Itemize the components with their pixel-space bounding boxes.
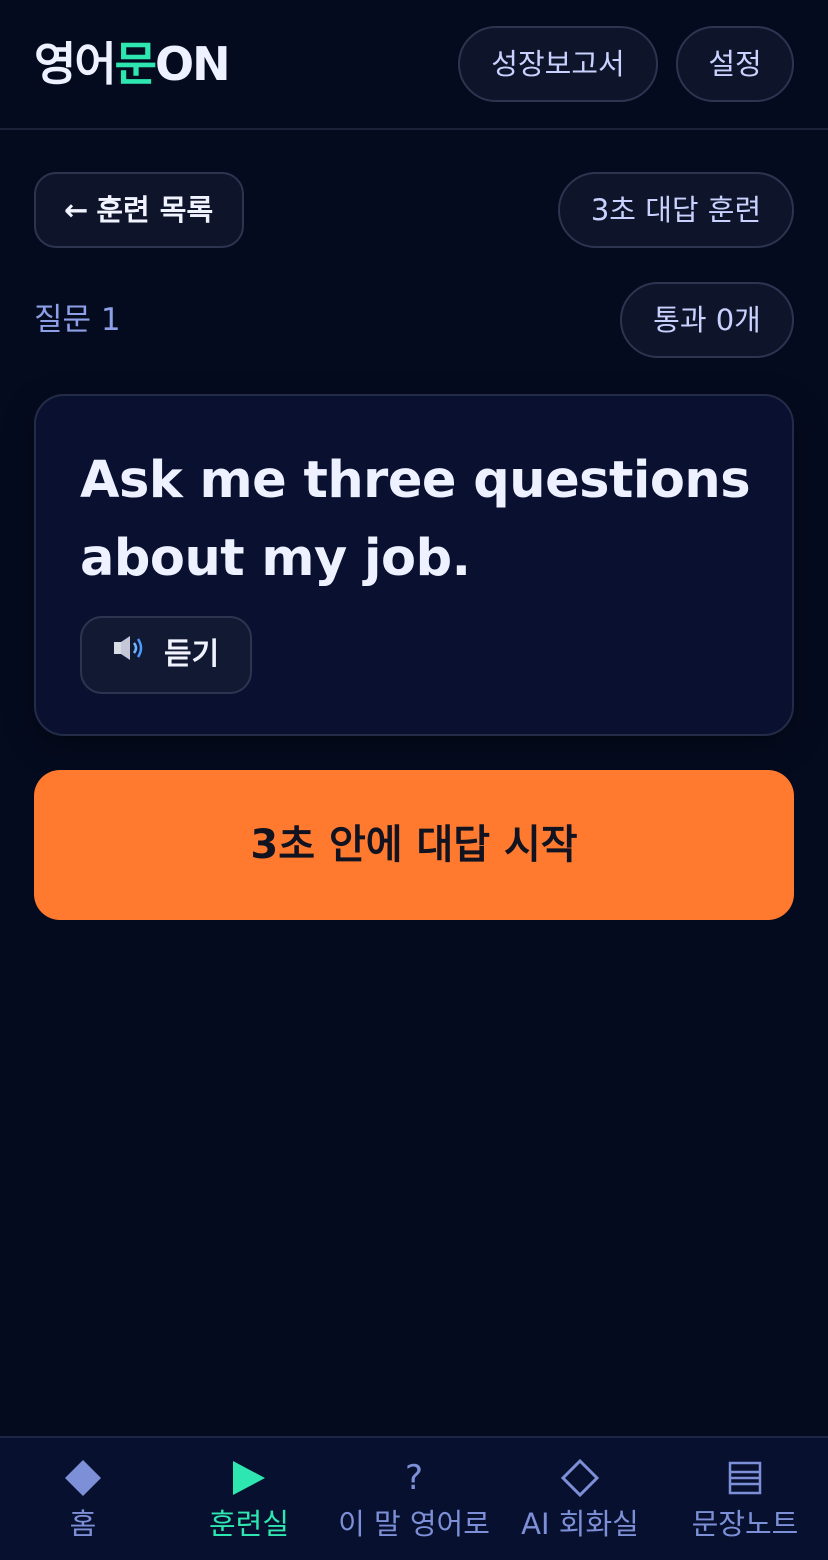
back-button-label: 훈련 목록 bbox=[96, 193, 214, 227]
tab-say-in-english[interactable]: ? 이 말 영어로 bbox=[331, 1438, 497, 1560]
play-icon bbox=[166, 1456, 332, 1500]
tab-sentence-notes[interactable]: 문장노트 bbox=[662, 1438, 828, 1560]
tab-home[interactable]: 홈 bbox=[0, 1438, 166, 1560]
list-icon bbox=[662, 1456, 828, 1500]
tab-training-label: 훈련실 bbox=[208, 1507, 290, 1541]
diamond-filled-icon bbox=[0, 1456, 166, 1500]
app-logo[interactable]: 영어문ON bbox=[34, 36, 231, 92]
diamond-outline-icon bbox=[497, 1456, 663, 1500]
top-header: 영어문ON 성장보고서 설정 bbox=[0, 0, 828, 130]
logo-suffix: ON bbox=[154, 37, 231, 91]
question-prompt: Ask me three questions about my job. bbox=[80, 451, 751, 588]
pass-count-badge: 통과 0개 bbox=[620, 282, 794, 358]
logo-accent: 문 bbox=[114, 37, 157, 91]
listen-button[interactable]: 듣기 bbox=[80, 616, 252, 694]
tab-home-label: 홈 bbox=[69, 1507, 97, 1541]
growth-report-button[interactable]: 성장보고서 bbox=[458, 26, 658, 102]
app-root: 영어문ON 성장보고서 설정 ← 훈련 목록 3초 대답 훈련 질문 1 통과 0… bbox=[0, 0, 828, 1560]
arrow-left-icon: ← bbox=[64, 193, 89, 227]
training-mode-badge[interactable]: 3초 대답 훈련 bbox=[558, 172, 794, 248]
tab-training[interactable]: 훈련실 bbox=[166, 1438, 332, 1560]
speaker-icon bbox=[112, 616, 146, 690]
logo-prefix: 영어 bbox=[34, 37, 117, 91]
question-number: 질문 1 bbox=[34, 302, 121, 338]
start-answer-button[interactable]: 3초 안에 대답 시작 bbox=[34, 770, 794, 920]
question-icon: ? bbox=[404, 1458, 424, 1498]
tab-ai-conversation-label: AI 회화실 bbox=[521, 1507, 639, 1541]
back-to-training-list-button[interactable]: ← 훈련 목록 bbox=[34, 172, 244, 248]
tab-ai-conversation[interactable]: AI 회화실 bbox=[497, 1438, 663, 1560]
tab-say-in-english-label: 이 말 영어로 bbox=[338, 1507, 490, 1541]
listen-label: 듣기 bbox=[164, 637, 220, 672]
question-card: Ask me three questions about my job. 듣기 bbox=[34, 394, 794, 736]
bottom-tab-bar: 홈 훈련실 ? 이 말 영어로 AI 회화실 문장노트 bbox=[0, 1436, 828, 1560]
tab-sentence-notes-label: 문장노트 bbox=[691, 1507, 799, 1541]
settings-button[interactable]: 설정 bbox=[676, 26, 794, 102]
